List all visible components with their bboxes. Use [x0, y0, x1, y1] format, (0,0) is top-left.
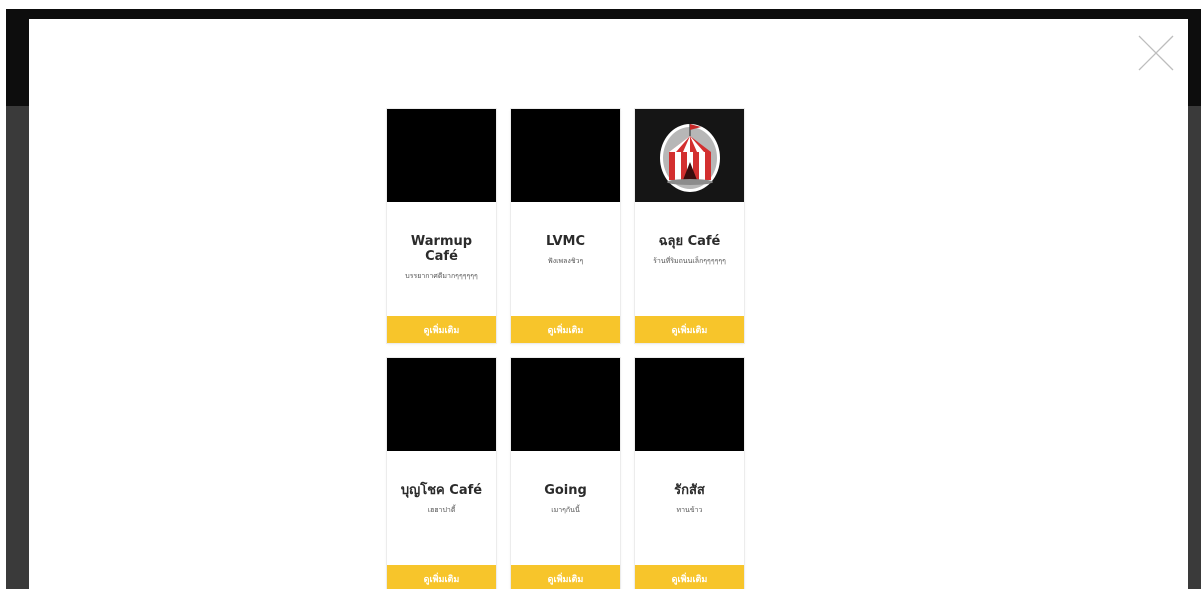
see-more-button[interactable]: ดูเพิ่มเติม [511, 316, 620, 343]
cafe-card-body: บุญโชค Café เฮฮาปาตี้ [387, 451, 496, 565]
cafe-card: ฉลุย Café ร้านที่ริมถนนเล็กๆๆๆๆๆๆ ดูเพิ่… [635, 109, 744, 343]
cafe-card: LVMC ฟังเพลงชิวๆ ดูเพิ่มเติม [511, 109, 620, 343]
cafe-image[interactable] [511, 109, 620, 202]
cafe-title: บุญโชค Café [400, 483, 483, 498]
circus-tent-logo [659, 123, 720, 192]
cafe-grid: Warmup Café บรรยากาศดีมากๆๆๆๆๆๆ ดูเพิ่มเ… [387, 109, 744, 589]
cafe-description: ทานข้าว [676, 506, 703, 514]
cafe-title: รักสัส [674, 483, 705, 498]
cafe-card-body: รักสัส ทานข้าว [635, 451, 744, 565]
see-more-button[interactable]: ดูเพิ่มเติม [635, 565, 744, 589]
see-more-button[interactable]: ดูเพิ่มเติม [387, 565, 496, 589]
cafe-card: Going เมาๆกันนี้ ดูเพิ่มเติม [511, 358, 620, 589]
cafe-description: บรรยากาศดีมากๆๆๆๆๆๆ [405, 272, 478, 280]
cafe-modal: Warmup Café บรรยากาศดีมากๆๆๆๆๆๆ ดูเพิ่มเ… [29, 19, 1188, 589]
cafe-image[interactable] [635, 109, 744, 202]
cafe-description: เมาๆกันนี้ [551, 506, 580, 514]
cafe-image[interactable] [387, 109, 496, 202]
cafe-card-body: ฉลุย Café ร้านที่ริมถนนเล็กๆๆๆๆๆๆ [635, 202, 744, 316]
see-more-button[interactable]: ดูเพิ่มเติม [387, 316, 496, 343]
cafe-card-body: Warmup Café บรรยากาศดีมากๆๆๆๆๆๆ [387, 202, 496, 316]
cafe-title: LVMC [545, 234, 586, 249]
cafe-description: ร้านที่ริมถนนเล็กๆๆๆๆๆๆ [653, 257, 726, 265]
cafe-description: ฟังเพลงชิวๆ [547, 257, 584, 265]
cafe-card: บุญโชค Café เฮฮาปาตี้ ดูเพิ่มเติม [387, 358, 496, 589]
cafe-card: Warmup Café บรรยากาศดีมากๆๆๆๆๆๆ ดูเพิ่มเ… [387, 109, 496, 343]
cafe-card-body: LVMC ฟังเพลงชิวๆ [511, 202, 620, 316]
see-more-button[interactable]: ดูเพิ่มเติม [511, 565, 620, 589]
cafe-title: ฉลุย Café [658, 234, 721, 249]
cafe-card: รักสัส ทานข้าว ดูเพิ่มเติม [635, 358, 744, 589]
cafe-image[interactable] [387, 358, 496, 451]
cafe-title: Warmup Café [410, 234, 473, 264]
see-more-button[interactable]: ดูเพิ่มเติม [635, 316, 744, 343]
close-icon[interactable] [1136, 33, 1176, 73]
cafe-description: เฮฮาปาตี้ [427, 506, 456, 514]
cafe-image[interactable] [635, 358, 744, 451]
cafe-card-body: Going เมาๆกันนี้ [511, 451, 620, 565]
cafe-image[interactable] [511, 358, 620, 451]
cafe-title: Going [544, 483, 587, 498]
